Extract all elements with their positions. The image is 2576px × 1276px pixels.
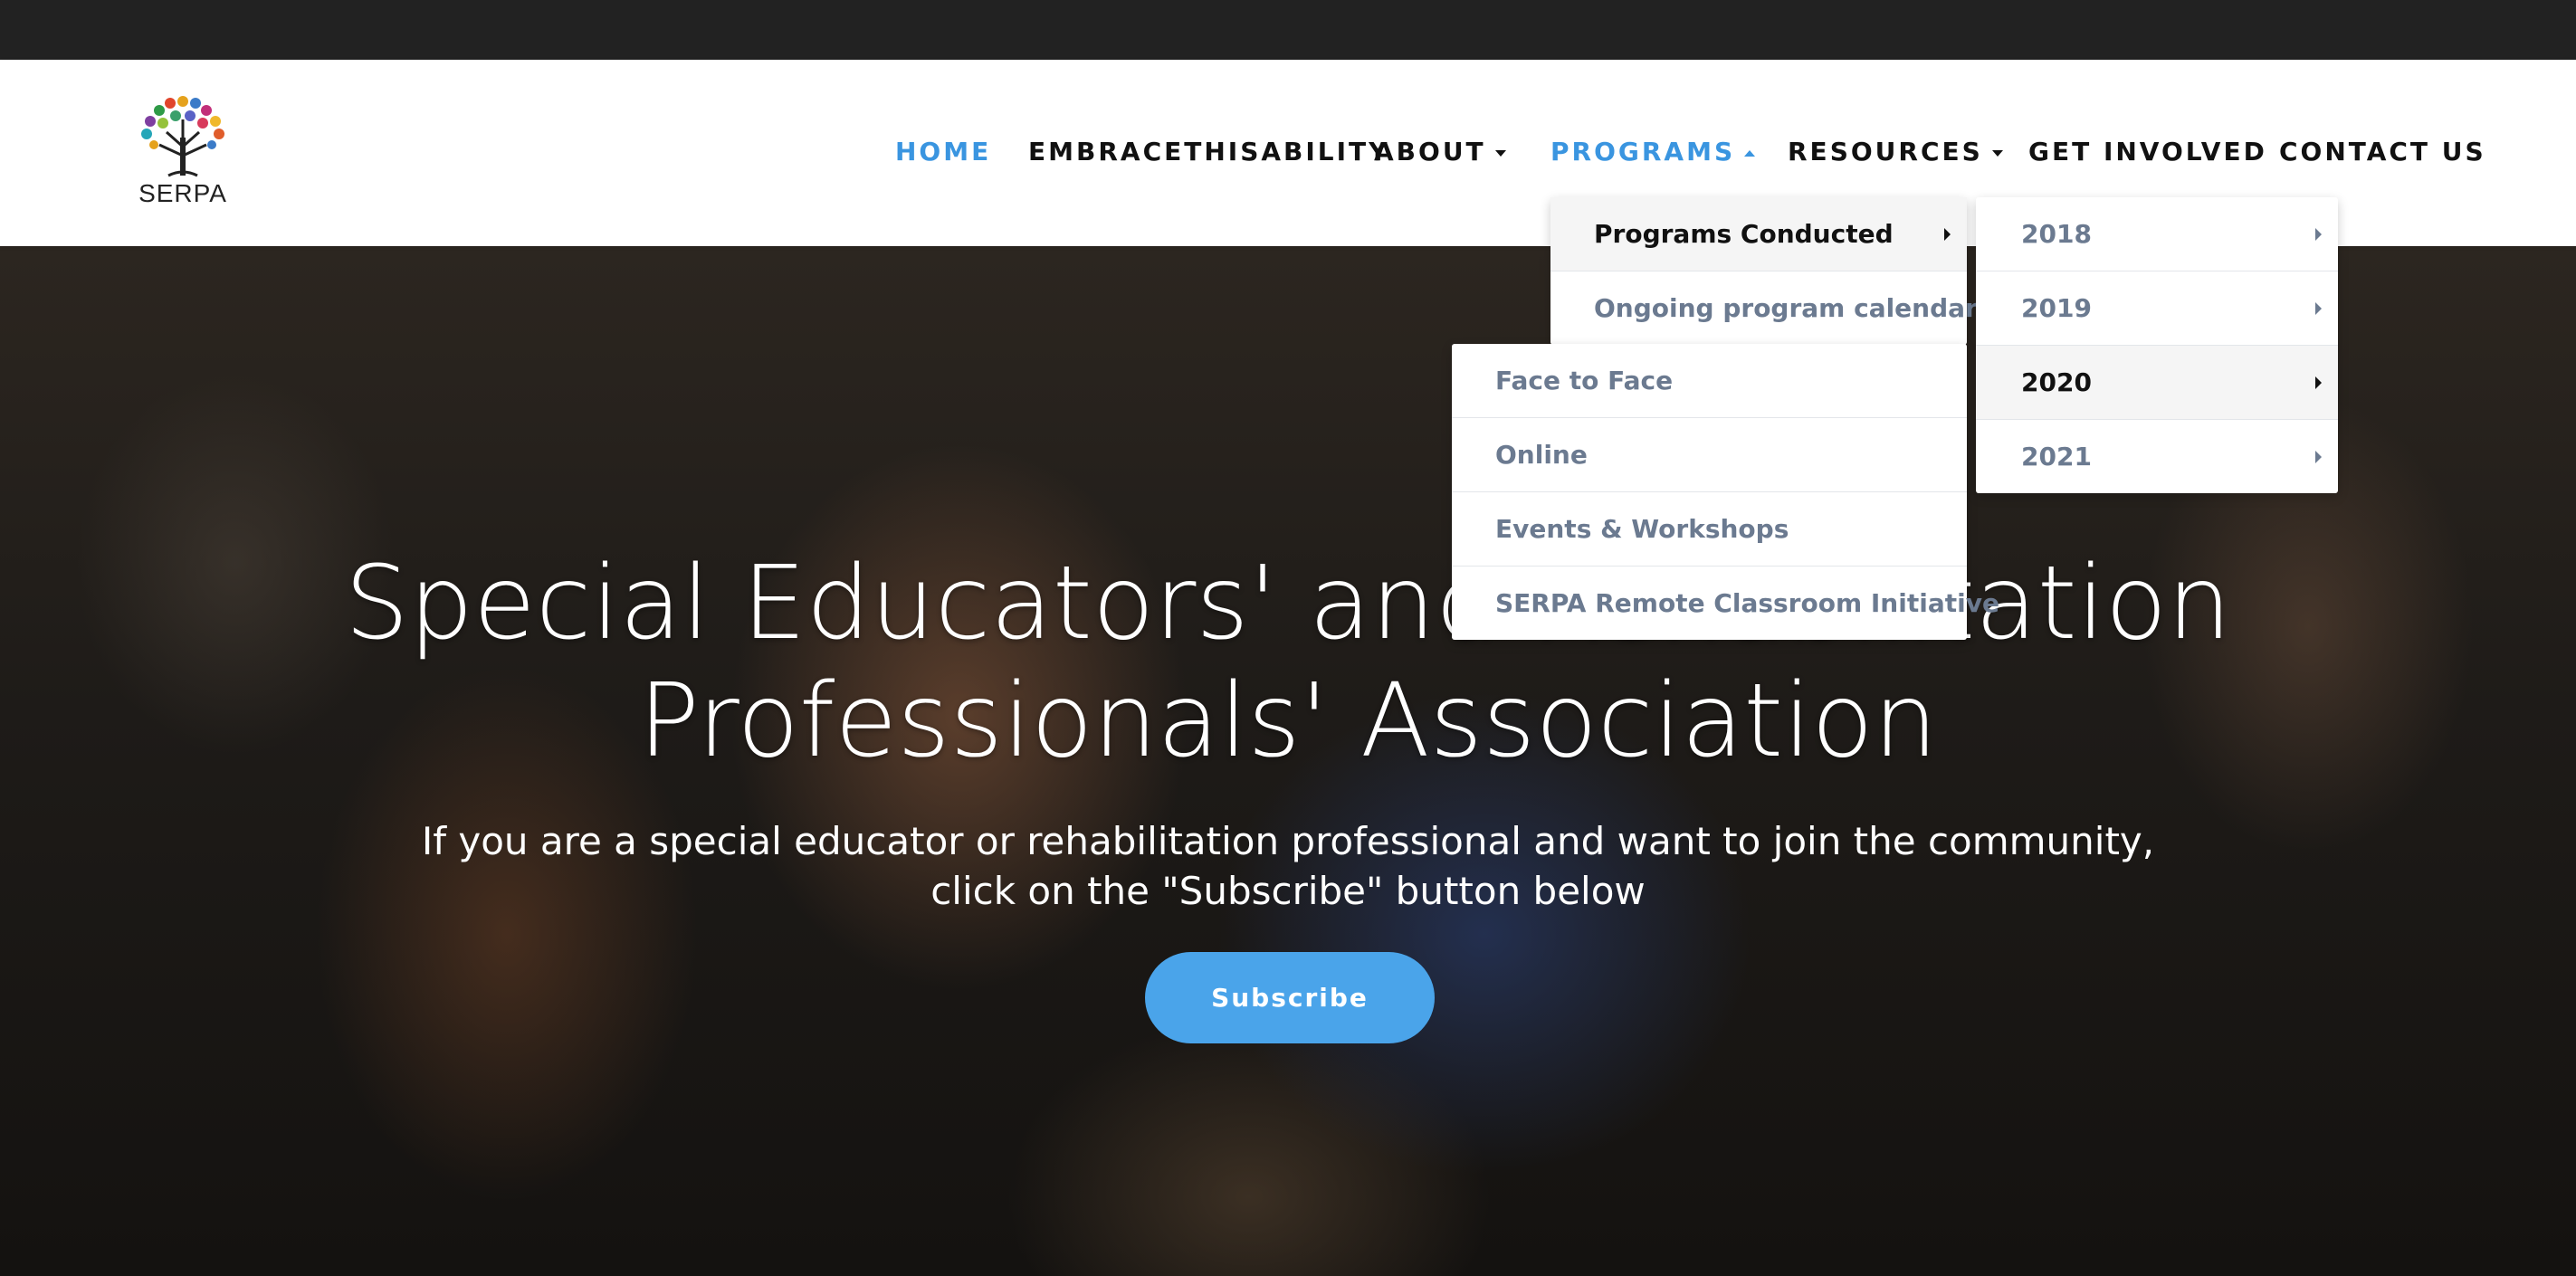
nav-resources[interactable]: RESOURCES [1788, 132, 2003, 172]
serpa-tree-logo-icon [141, 96, 224, 177]
submenu-arrow-icon [2315, 376, 2322, 389]
menu-item-year-2019[interactable]: 2019 [1976, 271, 2338, 346]
nav-resources-label: RESOURCES [1788, 137, 1983, 167]
menu-item-online[interactable]: Online [1452, 418, 1967, 492]
nav-about[interactable]: ABOUT [1374, 132, 1506, 172]
caret-down-icon [1991, 149, 2003, 157]
subscribe-button[interactable]: Subscribe [1145, 952, 1435, 1043]
menu-item-ongoing-program-calendar[interactable]: Ongoing program calendar [1550, 271, 1978, 345]
nav-about-label: ABOUT [1374, 137, 1486, 167]
year-2020-submenu: Face to Face Online Events & Workshops S… [1452, 344, 1999, 640]
submenu-arrow-icon [1944, 228, 1951, 241]
submenu-arrow-icon [2315, 451, 2322, 463]
submenu-arrow-icon [2315, 302, 2322, 315]
menu-item-events-workshops[interactable]: Events & Workshops [1452, 492, 1967, 567]
nav-embracethisability[interactable]: EMBRACETHISABILITY [1028, 132, 1389, 172]
nav-get-involved[interactable]: GET INVOLVED [2028, 132, 2267, 172]
years-dropdown: 2018 2019 2020 2021 [1976, 197, 2338, 493]
submenu-arrow-icon [2315, 228, 2322, 241]
hero-subtitle: If you are a special educator or rehabil… [421, 819, 2155, 913]
caret-up-icon [1744, 149, 1756, 157]
menu-item-label: Events & Workshops [1495, 514, 1789, 544]
nav-contact-us[interactable]: CONTACT US [2279, 132, 2486, 172]
menu-item-label: Programs Conducted [1594, 219, 1894, 249]
programs-dropdown: Programs Conducted Ongoing program calen… [1550, 197, 1978, 345]
menu-item-label: 2021 [2021, 442, 2092, 471]
site-logo[interactable]: SERPA [136, 92, 230, 208]
menu-item-programs-conducted[interactable]: Programs Conducted [1550, 197, 1967, 271]
nav-programs-label: PROGRAMS [1550, 137, 1736, 167]
caret-down-icon [1494, 149, 1506, 157]
menu-item-label: Face to Face [1495, 366, 1674, 395]
nav-programs[interactable]: PROGRAMS [1550, 132, 1756, 172]
menu-item-year-2021[interactable]: 2021 [1976, 420, 2338, 493]
menu-item-face-to-face[interactable]: Face to Face [1452, 344, 1967, 418]
menu-item-label: 2018 [2021, 219, 2092, 249]
menu-item-year-2018[interactable]: 2018 [1976, 197, 2338, 271]
top-strip [0, 0, 2576, 60]
menu-item-year-2020[interactable]: 2020 [1976, 346, 2338, 420]
nav-home[interactable]: HOME [895, 132, 991, 172]
menu-item-label: SERPA Remote Classroom Initiative [1495, 588, 1999, 618]
menu-item-label: Online [1495, 440, 1588, 470]
menu-item-label: 2020 [2021, 367, 2092, 397]
menu-item-label: 2019 [2021, 293, 2092, 323]
logo-text: SERPA [138, 179, 227, 207]
menu-item-label: Ongoing program calendar [1594, 293, 1978, 323]
menu-item-serpa-remote-classroom[interactable]: SERPA Remote Classroom Initiative [1452, 567, 1999, 640]
